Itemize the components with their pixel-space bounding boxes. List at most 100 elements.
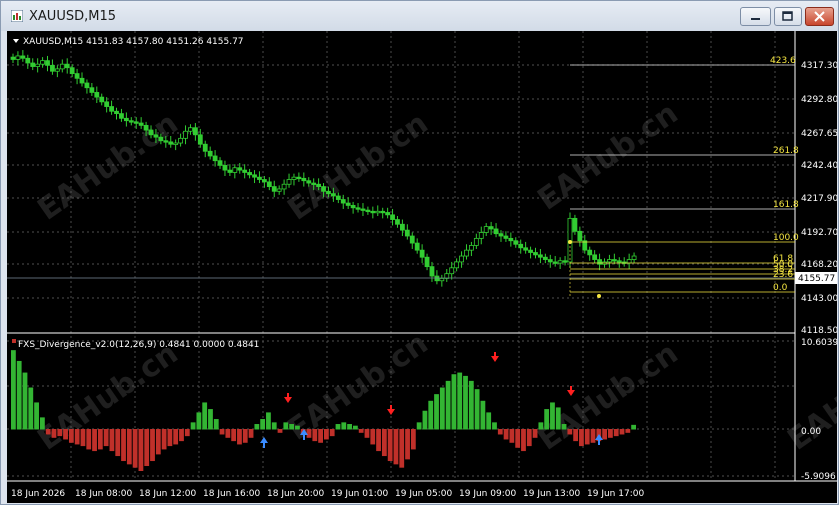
- histogram-bar: [283, 422, 289, 430]
- histogram-bar: [532, 429, 538, 438]
- candle-body: [207, 150, 213, 157]
- candle-body: [128, 120, 134, 123]
- histogram-bar: [121, 429, 126, 462]
- price-label: 4168.20: [801, 260, 837, 270]
- terminal-window: XAUUSD,M15 EAHub.cn EAHub.cn EAHub.cn EAHub…: [0, 0, 839, 505]
- close-button[interactable]: [805, 7, 834, 26]
- price-label: 4317.30: [801, 61, 837, 71]
- divergence-up-arrow: [260, 437, 268, 448]
- candle-body: [390, 214, 395, 220]
- candle-body: [321, 186, 326, 192]
- candle-body: [247, 172, 252, 176]
- candle-body: [375, 210, 381, 214]
- histogram-bar: [80, 429, 86, 447]
- candle-body: [74, 73, 80, 79]
- candle-body: [616, 260, 622, 263]
- histogram-bar: [613, 429, 619, 437]
- candle-body: [20, 55, 26, 59]
- candle-body: [40, 60, 45, 65]
- histogram-bar: [474, 389, 480, 430]
- histogram-bar: [439, 387, 445, 430]
- histogram-bar: [376, 429, 381, 452]
- histogram-bar: [561, 424, 567, 430]
- candle-body: [326, 190, 331, 195]
- candle-body: [464, 249, 469, 257]
- price-label: 4292.80: [801, 95, 837, 105]
- candle-body: [232, 167, 238, 173]
- candle-body: [345, 202, 351, 206]
- watermark-text: EAHub.cn: [782, 336, 837, 458]
- candle-body: [508, 237, 514, 242]
- chart-menu-icon[interactable]: [13, 39, 19, 43]
- indicator-axis-min: -5.9096: [801, 472, 836, 482]
- candle-body: [409, 235, 415, 244]
- time-label: 19 Jun 01:00: [331, 489, 388, 499]
- candle-body: [54, 68, 60, 72]
- candle-body: [64, 63, 70, 69]
- candle-body: [291, 176, 297, 180]
- candle-body: [281, 183, 287, 190]
- maximize-button[interactable]: [774, 7, 802, 26]
- histogram-bar: [289, 424, 295, 430]
- candle-body: [434, 275, 440, 282]
- histogram-bar: [416, 422, 422, 430]
- candle-body: [395, 219, 400, 225]
- candle-body: [306, 180, 312, 184]
- time-label: 18 Jun 12:00: [139, 489, 196, 499]
- candle-body: [227, 169, 233, 173]
- histogram-bar: [22, 372, 28, 430]
- candle-body: [607, 259, 612, 263]
- candle-body: [488, 226, 494, 230]
- time-label: 18 Jun 2026: [11, 489, 65, 499]
- time-label: 18 Jun 08:00: [75, 489, 132, 499]
- histogram-bar: [399, 429, 405, 468]
- chart-canvas[interactable]: EAHub.cn EAHub.cn EAHub.cnEAHub.cn EAHub.cn…: [7, 31, 837, 503]
- candle-body: [266, 181, 272, 187]
- time-label: 19 Jun 09:00: [459, 489, 516, 499]
- price-label: 4192.70: [801, 228, 837, 238]
- current-price-label: 4155.77: [798, 274, 835, 284]
- candle-body: [178, 137, 183, 144]
- candle-body: [547, 259, 553, 263]
- candle-body: [222, 165, 228, 171]
- price-label: 4267.65: [801, 129, 837, 139]
- histogram-bar: [463, 375, 468, 430]
- histogram-bar: [11, 350, 16, 430]
- fibo-level-label: 100.0: [773, 233, 799, 243]
- time-label: 18 Jun 20:00: [267, 489, 324, 499]
- histogram-bar: [179, 429, 184, 442]
- candle-body: [611, 259, 617, 262]
- candle-body: [380, 210, 386, 214]
- candle-body: [370, 210, 376, 214]
- histogram-bar: [352, 425, 358, 430]
- candle-body: [513, 240, 519, 245]
- histogram-bar: [92, 429, 97, 452]
- candle-body: [197, 134, 203, 145]
- candle-body: [577, 230, 583, 242]
- candle-body: [360, 208, 366, 211]
- candle-body: [518, 243, 524, 249]
- chart-area[interactable]: EAHub.cn EAHub.cn EAHub.cn EAHub.cn EAHub.cn…: [7, 31, 837, 503]
- candle-body: [335, 195, 341, 200]
- candle-body: [473, 237, 479, 246]
- histogram-bar: [190, 422, 196, 430]
- title-bar[interactable]: XAUUSD,M15: [1, 1, 838, 31]
- candle-body: [276, 188, 282, 192]
- candle-body: [592, 254, 598, 260]
- histogram-bar: [144, 429, 150, 467]
- histogram-bar: [184, 429, 190, 437]
- candle-body: [538, 254, 543, 258]
- histogram-bar: [51, 429, 57, 438]
- fibo-level-label: 261.8: [773, 146, 799, 156]
- candle-body: [153, 134, 159, 138]
- candle-body: [148, 129, 154, 136]
- candle-body: [385, 212, 391, 216]
- candle-body: [15, 55, 21, 60]
- minimize-button[interactable]: [740, 7, 771, 26]
- candle-body: [143, 124, 149, 131]
- candle-body: [552, 261, 558, 264]
- fibo-level-label: 0.0: [773, 283, 788, 293]
- histogram-bar: [405, 429, 410, 460]
- window-title: XAUUSD,M15: [29, 9, 116, 24]
- histogram-bar: [457, 372, 463, 430]
